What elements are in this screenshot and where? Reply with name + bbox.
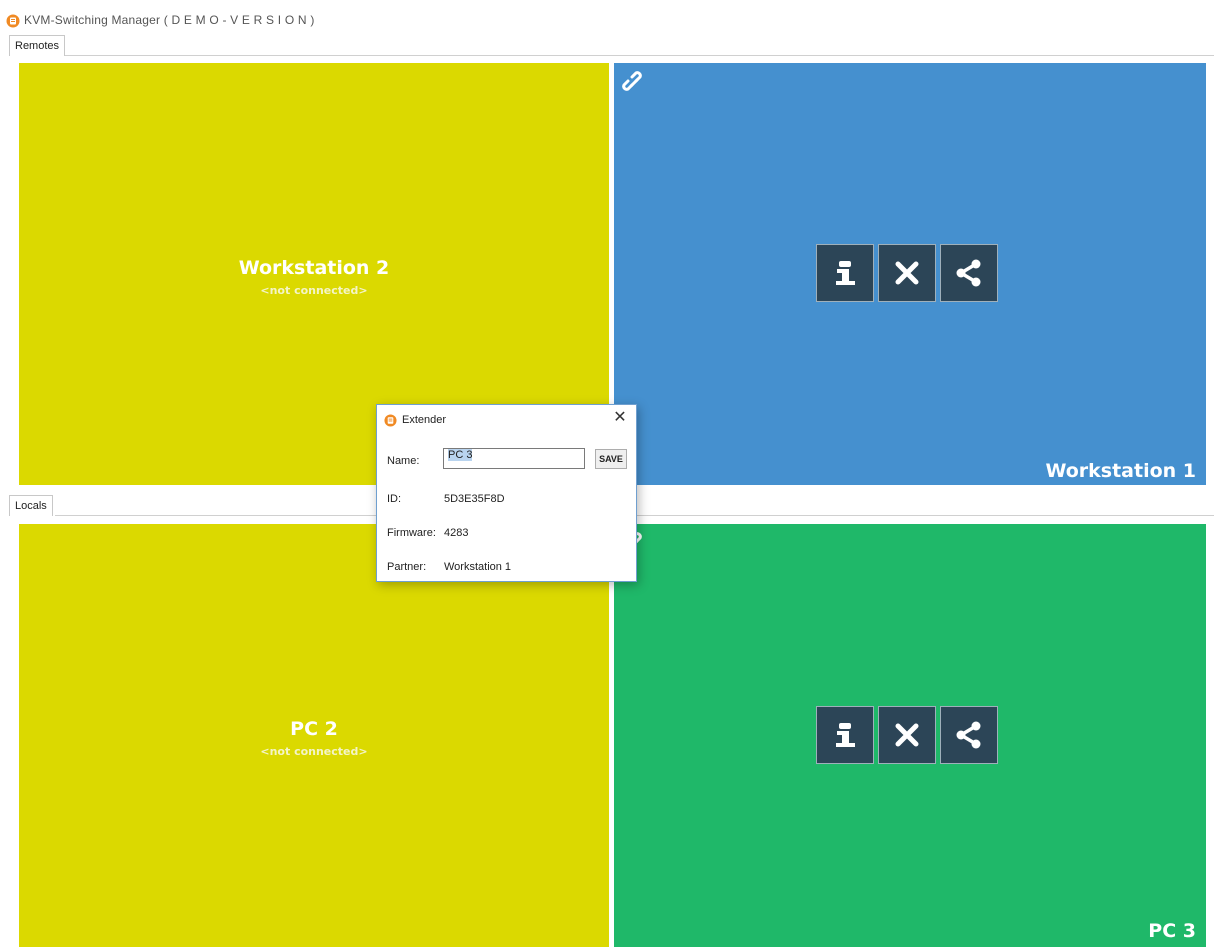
id-value: 5D3E35F8D	[444, 493, 505, 505]
remote-name: Workstation 1	[1045, 460, 1196, 482]
name-input[interactable]: PC 3	[443, 448, 585, 469]
window-title: KVM-Switching Manager ( D E M O - V E R …	[24, 13, 315, 27]
connection-status: <not connected>	[260, 284, 368, 297]
tab-strip-divider	[65, 55, 1214, 56]
local-action-buttons	[816, 706, 998, 764]
local-tile-pc-3[interactable]: PC 3	[614, 524, 1206, 947]
info-icon	[836, 723, 855, 747]
name-label: Name:	[387, 455, 420, 467]
firmware-label: Firmware:	[387, 527, 436, 539]
remote-action-buttons	[816, 244, 998, 302]
share-icon	[956, 721, 981, 749]
info-button[interactable]	[816, 706, 874, 764]
share-icon	[956, 259, 981, 287]
link-icon	[622, 71, 642, 91]
id-label: ID:	[387, 493, 402, 505]
tab-locals[interactable]: Locals	[9, 495, 53, 516]
remote-name: Workstation 2	[238, 257, 390, 279]
partner-value: Workstation 1	[444, 561, 512, 573]
firmware-value: 4283	[444, 527, 469, 539]
local-name: PC 2	[290, 718, 338, 740]
name-input-value: PC 3	[448, 449, 473, 461]
local-name: PC 3	[1148, 920, 1196, 942]
app-logo-icon	[384, 414, 397, 427]
title-bar: KVM-Switching Manager ( D E M O - V E R …	[0, 0, 1214, 34]
close-icon	[895, 723, 919, 747]
dialog-close-button[interactable]: ✕	[610, 408, 630, 428]
disconnect-button[interactable]	[878, 244, 936, 302]
dialog-title: Extender	[402, 414, 447, 426]
partner-label: Partner:	[387, 561, 427, 573]
remote-tile-workstation-1[interactable]: Workstation 1	[614, 63, 1206, 485]
close-icon	[895, 261, 919, 285]
info-icon	[836, 261, 855, 285]
info-button[interactable]	[816, 244, 874, 302]
share-button[interactable]	[940, 244, 998, 302]
save-button[interactable]: SAVE	[595, 449, 627, 469]
local-tile-pc-2[interactable]: PC 2 <not connected>	[19, 524, 609, 947]
share-button[interactable]	[940, 706, 998, 764]
app-logo-icon	[6, 14, 20, 28]
disconnect-button[interactable]	[878, 706, 936, 764]
tab-remotes[interactable]: Remotes	[9, 35, 66, 56]
connection-status: <not connected>	[260, 745, 368, 758]
extender-dialog: Extender ✕ Name: PC 3 SAVE ID: 5D3E35F8D…	[376, 404, 637, 582]
